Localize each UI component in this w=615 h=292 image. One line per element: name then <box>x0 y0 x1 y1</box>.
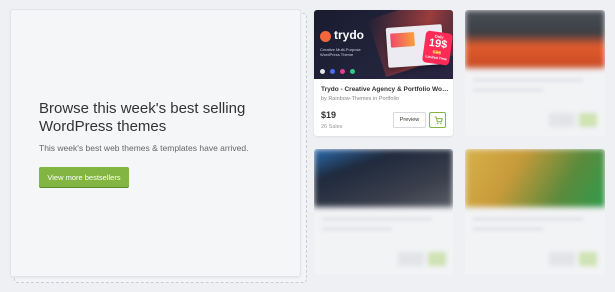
placeholder-line <box>322 227 392 231</box>
placeholder-button <box>428 252 446 266</box>
theme-thumbnail <box>465 10 605 68</box>
plugin-icon <box>350 69 355 74</box>
placeholder-button <box>398 252 424 266</box>
theme-sales-count: 26 Sales <box>321 124 343 130</box>
promo-subtitle: This week's best web themes & templates … <box>39 143 249 153</box>
placeholder-line <box>473 217 583 221</box>
preview-button[interactable]: Preview <box>393 112 426 128</box>
theme-card-blurred[interactable] <box>465 10 605 136</box>
plugin-icon <box>340 69 345 74</box>
placeholder-line <box>473 78 583 82</box>
theme-card-trydo[interactable]: trydo Creative Multi-Purpose WordPress T… <box>314 10 453 136</box>
theme-thumbnail <box>465 149 605 207</box>
placeholder-button <box>549 252 575 266</box>
placeholder-button <box>549 113 575 127</box>
thumbnail-tagline: Creative Multi-Purpose WordPress Theme <box>320 47 361 57</box>
placeholder-line <box>322 217 432 221</box>
theme-thumbnail <box>314 149 453 207</box>
promo-panel: Browse this week's best selling WordPres… <box>10 9 301 277</box>
thumbnail-plugin-icons <box>320 69 355 74</box>
placeholder-button <box>579 113 597 127</box>
promo-title: Browse this week's best selling WordPres… <box>39 100 246 135</box>
placeholder-line <box>473 88 543 92</box>
plugin-icon <box>330 69 335 74</box>
view-more-bestsellers-button[interactable]: View more bestsellers <box>39 167 129 187</box>
thumbnail-logo-text: trydo <box>334 28 364 42</box>
theme-card-blurred[interactable] <box>314 149 453 275</box>
theme-thumbnail[interactable]: trydo Creative Multi-Purpose WordPress T… <box>314 10 453 79</box>
cart-icon <box>434 116 443 125</box>
trydo-logo-icon <box>320 31 331 42</box>
price-badge: Only 19$ 59$ Limited Time <box>421 30 453 66</box>
placeholder-line <box>473 227 543 231</box>
theme-card-blurred[interactable] <box>465 149 605 275</box>
theme-title-link[interactable]: Trydo - Creative Agency & Portfolio Wor.… <box>321 86 449 93</box>
theme-price: $19 <box>321 110 337 120</box>
placeholder-button <box>579 252 597 266</box>
plugin-icon <box>320 69 325 74</box>
theme-author[interactable]: by Rainbow-Themes in Portfolio <box>321 96 399 102</box>
add-to-cart-button[interactable] <box>429 112 446 128</box>
